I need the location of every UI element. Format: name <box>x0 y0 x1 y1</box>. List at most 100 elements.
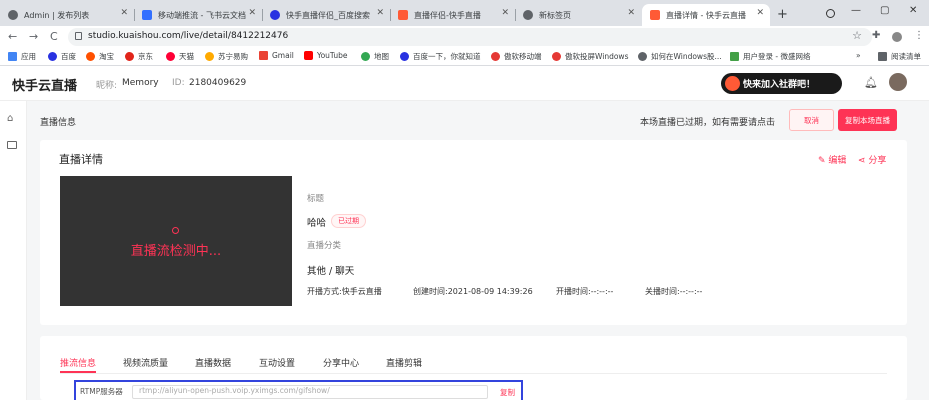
bookmark-baidu-search[interactable]: 百度一下，你就知道 <box>400 51 481 62</box>
live-info-bar: 直播信息 本场直播已过期，如有需要请点击 取消 复制本场直播 <box>27 101 929 139</box>
close-icon[interactable]: ✕ <box>501 8 509 18</box>
cancel-button[interactable]: 取消 <box>789 109 834 131</box>
rtmp-server-input[interactable]: rtmp://aliyun-open-push.voip.yximgs.com/… <box>132 385 488 399</box>
browser-tab-baidu[interactable]: 快手直播伴侣_百度搜索 ✕ <box>262 4 390 26</box>
browser-tab-newtab[interactable]: 新标签页 ✕ <box>515 4 641 26</box>
tab-share-center[interactable]: 分享中心 <box>323 356 359 369</box>
nickname-label: 昵称: <box>96 81 118 91</box>
bookmark-windows-howto[interactable]: 如何在Windows股... <box>638 51 722 62</box>
extensions-icon[interactable]: ✚ <box>872 30 880 41</box>
community-icon <box>725 76 740 91</box>
kuaishou-icon <box>650 10 660 20</box>
loading-spinner-icon <box>172 227 179 234</box>
close-icon[interactable]: ✕ <box>120 8 128 18</box>
section-title: 直播信息 <box>40 118 77 128</box>
tab-stream-quality[interactable]: 视频流质量 <box>123 356 168 369</box>
close-icon[interactable]: ✕ <box>627 8 635 18</box>
profile-circle-icon[interactable] <box>826 9 835 18</box>
globe-icon <box>125 52 134 61</box>
minimize-button[interactable]: — <box>851 5 861 16</box>
id-value: 2180409629 <box>189 78 247 88</box>
apps-grid-icon <box>8 52 17 61</box>
bookmark-weisheng-login[interactable]: 用户登录 - 微盛网络 <box>730 51 810 62</box>
start-method: 开播方式:快手云直播 <box>307 287 382 296</box>
tab-interaction-settings[interactable]: 互动设置 <box>259 356 295 369</box>
join-community-button[interactable]: 快来加入社群吧！ <box>721 73 842 94</box>
edit-icon: ✎ <box>818 156 829 166</box>
end-time: 关播时间:--:--:-- <box>645 287 703 296</box>
tab-push-info[interactable]: 推流信息 <box>60 356 97 373</box>
browser-tab-companion[interactable]: 直播伴侣-快手直播 ✕ <box>390 4 515 26</box>
bookmark-apowersoft-mobile[interactable]: 傲软移动端 <box>491 51 542 62</box>
bookmark-star-icon[interactable]: ☆ <box>852 29 862 42</box>
window-close-button[interactable]: ✕ <box>909 5 917 16</box>
stream-detecting-text: 直播流检测中... <box>130 244 222 259</box>
live-detail-card: 直播详情 ✎ 编辑 ⋖ 分享 直播流检测中... 标题 哈哈 已过期 直播分类 … <box>40 140 907 325</box>
globe-icon <box>400 52 409 61</box>
start-time: 开播时间:--:--:-- <box>556 287 614 296</box>
url-text: studio.kuaishou.com/live/detail/84122124… <box>88 31 289 41</box>
forward-button[interactable]: → <box>29 30 38 43</box>
globe-icon <box>491 52 500 61</box>
bookmarks-more-icon[interactable]: » <box>856 51 861 60</box>
browser-toolbar: ← → C studio.kuaishou.com/live/detail/84… <box>0 26 929 48</box>
more-menu-icon[interactable]: ⋮ <box>914 30 924 41</box>
map-pin-icon <box>361 52 370 61</box>
home-icon[interactable]: ⌂ <box>7 113 13 124</box>
title-label: 标题 <box>307 194 325 204</box>
tab-live-data[interactable]: 直播数据 <box>195 356 231 369</box>
copy-live-button[interactable]: 复制本场直播 <box>838 109 897 131</box>
globe-icon <box>730 52 739 61</box>
bookmark-gmail[interactable]: Gmail <box>259 51 294 60</box>
stream-tabs-card: 推流信息 视频流质量 直播数据 互动设置 分享中心 直播剪辑 RTMP服务器 r… <box>40 336 907 400</box>
address-bar[interactable]: studio.kuaishou.com/live/detail/84122124… <box>68 28 872 46</box>
bookmark-tmall[interactable]: 天猫 <box>166 51 194 62</box>
share-icon: ⋖ <box>858 156 869 166</box>
rtmp-label: RTMP服务器 <box>80 387 123 396</box>
close-icon[interactable]: ✕ <box>376 8 384 18</box>
close-icon[interactable]: ✕ <box>756 8 764 18</box>
bookmark-youtube[interactable]: YouTube <box>304 51 348 60</box>
bookmarks-bar: 应用 百度 淘宝 京东 天猫 苏宁易购 Gmail YouTube 地图 百度一… <box>0 48 929 66</box>
category-value: 其他 / 聊天 <box>307 266 355 277</box>
rtmp-copy-button[interactable]: 复制 <box>500 387 515 398</box>
browser-tab-feishu[interactable]: 移动端推流 - 飞书云文档 ✕ <box>134 4 262 26</box>
back-button[interactable]: ← <box>8 30 17 43</box>
maximize-button[interactable]: ▢ <box>880 5 889 16</box>
share-button[interactable]: ⋖ 分享 <box>858 153 886 166</box>
bookmark-suning[interactable]: 苏宁易购 <box>205 51 248 62</box>
reading-list[interactable]: 阅读清单 <box>878 51 921 62</box>
close-icon[interactable]: ✕ <box>248 8 256 18</box>
folder-icon[interactable] <box>7 141 17 149</box>
bookmark-maps[interactable]: 地图 <box>361 51 389 62</box>
bookmark-taobao[interactable]: 淘宝 <box>86 51 114 62</box>
globe-icon <box>638 52 647 61</box>
bell-icon[interactable]: 🔔︎ <box>864 76 878 89</box>
new-tab-button[interactable]: + <box>777 7 788 22</box>
document-icon <box>142 10 152 20</box>
video-player[interactable]: 直播流检测中... <box>60 176 292 306</box>
profile-avatar-icon[interactable] <box>892 32 902 42</box>
baidu-paw-icon <box>270 10 280 20</box>
rtmp-server-row: RTMP服务器 rtmp://aliyun-open-push.voip.yxi… <box>74 380 523 400</box>
browser-tab-live-detail[interactable]: 直播详情 - 快手云直播 ✕ <box>642 4 770 26</box>
globe-icon <box>86 52 95 61</box>
created-time: 创建时间:2021-08-09 14:39:26 <box>413 287 533 296</box>
bookmark-jd[interactable]: 京东 <box>125 51 153 62</box>
bookmark-baidu[interactable]: 百度 <box>48 51 76 62</box>
title-value: 哈哈 <box>307 218 327 229</box>
reload-button[interactable]: C <box>50 30 58 43</box>
edit-button[interactable]: ✎ 编辑 <box>818 153 846 166</box>
tab-live-clips[interactable]: 直播剪辑 <box>386 356 422 369</box>
app-logo[interactable]: 快手云直播 <box>12 75 77 94</box>
bookmark-apowersoft-windows[interactable]: 傲软投屏Windows <box>552 51 628 62</box>
expired-message: 本场直播已过期，如有需要请点击 <box>640 118 776 128</box>
card-title: 直播详情 <box>59 153 103 166</box>
globe-icon <box>8 10 18 20</box>
browser-tabbar: Admin | 发布列表 ✕ 移动端推流 - 飞书云文档 ✕ 快手直播伴侣_百度… <box>0 0 929 26</box>
bookmark-apps[interactable]: 应用 <box>8 51 36 62</box>
globe-icon <box>552 52 561 61</box>
avatar[interactable] <box>889 73 907 91</box>
browser-tab-admin[interactable]: Admin | 发布列表 ✕ <box>0 4 134 26</box>
chrome-icon <box>523 10 533 20</box>
